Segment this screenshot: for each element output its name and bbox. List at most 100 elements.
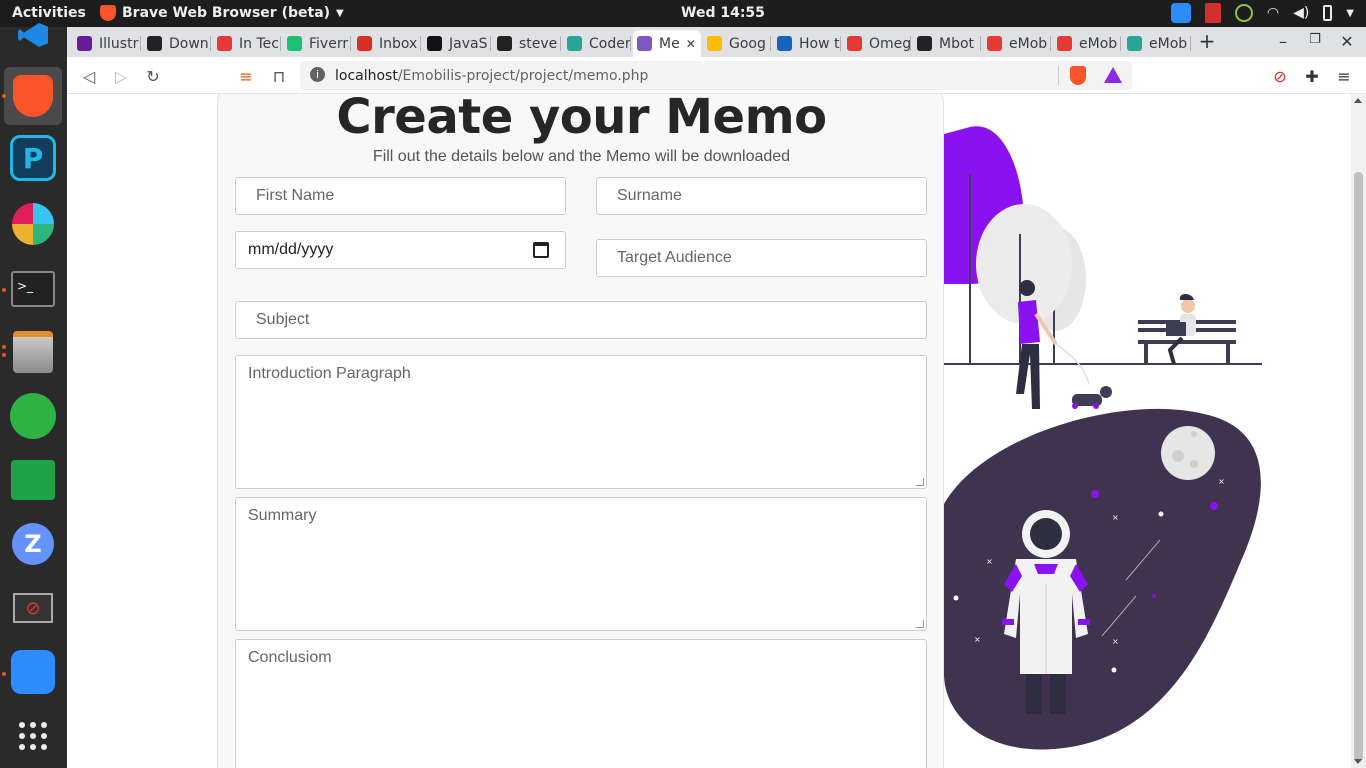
wifi-icon[interactable]: ◠ — [1267, 5, 1279, 21]
tab-separator — [210, 36, 211, 51]
scroll-down-arrow-icon[interactable] — [1354, 759, 1362, 764]
target-audience-input[interactable]: Target Audience — [596, 239, 927, 277]
volume-icon[interactable]: ◀) — [1293, 5, 1309, 21]
tab-favicon-icon — [357, 36, 372, 51]
subject-placeholder: Subject — [256, 311, 310, 328]
google-chat-launcher[interactable] — [8, 455, 58, 505]
browser-tab[interactable]: steve — [493, 30, 561, 57]
tab-label: Mbot — [939, 35, 975, 52]
bookmark-icon[interactable]: ⊓ — [268, 65, 290, 87]
tab-separator — [1120, 36, 1121, 51]
minimize-button[interactable]: – — [1273, 32, 1293, 51]
system-tray[interactable]: ◠ ◀) ▼ — [1170, 3, 1354, 23]
resize-handle[interactable] — [916, 478, 924, 486]
introduction-textarea[interactable]: Introduction Paragraph — [235, 355, 927, 489]
slack-launcher[interactable] — [8, 199, 58, 249]
resize-handle[interactable] — [916, 620, 924, 628]
back-button[interactable]: ◁ — [78, 65, 100, 87]
brave-icon — [100, 5, 116, 21]
browser-tab[interactable]: Inbox — [353, 30, 421, 57]
svg-text:×: × — [1218, 477, 1225, 486]
pcloud-launcher[interactable]: P — [8, 133, 58, 183]
vscode-launcher[interactable] — [8, 17, 58, 53]
memo-form-card: Create your Memo Fill out the details be… — [217, 94, 944, 768]
conclusion-textarea[interactable]: Conclusiom — [235, 639, 927, 768]
subject-input[interactable]: Subject — [235, 301, 927, 339]
browser-tab[interactable]: In Tec — [213, 30, 281, 57]
browser-tab[interactable]: Fiverr — [283, 30, 351, 57]
browser-tab[interactable]: Mbot — [913, 30, 981, 57]
tab-label: Illustr — [99, 35, 139, 52]
calendar-icon[interactable] — [533, 242, 549, 258]
brave-shields-icon[interactable] — [1070, 66, 1086, 85]
zoom-launcher[interactable] — [8, 647, 58, 697]
browser-tab[interactable]: Down — [143, 30, 211, 57]
zoom-tray-icon[interactable] — [1170, 3, 1191, 23]
battery-icon[interactable] — [1323, 5, 1333, 21]
gift-tray-icon[interactable] — [1204, 3, 1221, 23]
browser-menu-icon[interactable]: ≡ — [1333, 65, 1355, 87]
first-name-input[interactable]: First Name — [235, 177, 566, 215]
whatsapp-tray-icon[interactable] — [1234, 4, 1253, 22]
extension-blocked-icon[interactable]: ⊘ — [1269, 65, 1291, 87]
browser-tab[interactable]: Goog — [703, 30, 771, 57]
scrollbar-thumb[interactable] — [1354, 172, 1363, 762]
reader-mode-icon[interactable]: ≡ — [235, 65, 257, 87]
blocked-app-launcher[interactable]: ⊘ — [8, 583, 58, 633]
zulip-icon: Z — [12, 523, 54, 565]
tab-separator — [490, 36, 491, 51]
tab-label: JavaS — [449, 35, 488, 52]
tab-favicon-icon — [497, 36, 512, 51]
space-scene: × × × × × — [944, 408, 1261, 750]
files-launcher[interactable] — [8, 327, 58, 377]
no-entry-icon: ⊘ — [13, 593, 53, 623]
tab-label: Coder — [589, 35, 631, 52]
browser-tab[interactable]: Omeg — [843, 30, 911, 57]
conclusion-placeholder: Conclusiom — [248, 649, 332, 666]
scroll-up-arrow-icon[interactable] — [1354, 98, 1362, 103]
site-info-icon[interactable]: i — [310, 67, 325, 82]
show-applications-button[interactable] — [8, 711, 58, 761]
park-scene — [944, 126, 1262, 409]
reload-button[interactable]: ↻ — [142, 65, 164, 87]
date-input[interactable]: mm/dd/yyyy — [235, 231, 566, 269]
tab-label: eMob — [1149, 35, 1188, 52]
page-title: Create your Memo — [336, 94, 827, 145]
app-menu[interactable]: Brave Web Browser (beta) ▼ — [100, 5, 344, 21]
brave-rewards-icon[interactable] — [1104, 67, 1122, 83]
zulip-launcher[interactable]: Z — [8, 519, 58, 569]
clock[interactable]: Wed 14:55 — [681, 5, 765, 21]
browser-tab[interactable]: Me ✕ — [633, 30, 701, 57]
system-menu-chevron-icon[interactable]: ▼ — [1346, 8, 1354, 19]
browser-tab[interactable]: JavaS — [423, 30, 491, 57]
new-tab-button[interactable]: + — [1197, 29, 1217, 53]
browser-tab[interactable]: How t — [773, 30, 841, 57]
page-scrollbar[interactable] — [1351, 94, 1366, 768]
close-window-button[interactable]: ✕ — [1337, 32, 1357, 51]
tab-separator — [1050, 36, 1051, 51]
maximize-button[interactable]: ❐ — [1305, 32, 1325, 47]
brave-beta-launcher[interactable] — [4, 67, 62, 125]
extensions-puzzle-icon[interactable]: ✚ — [1301, 65, 1323, 87]
browser-tab[interactable]: eMob — [1053, 30, 1121, 57]
browser-tab[interactable]: eMob — [983, 30, 1051, 57]
dock: P >_ Z ⊘ — [0, 23, 67, 768]
forward-button[interactable]: ▷ — [110, 65, 132, 87]
browser-tab[interactable]: Coder — [563, 30, 631, 57]
close-tab-icon[interactable]: ✕ — [686, 37, 696, 51]
pcloud-icon: P — [10, 135, 56, 181]
tab-favicon-icon — [847, 36, 862, 51]
summary-textarea[interactable]: Summary — [235, 497, 927, 631]
whatsapp-launcher[interactable] — [8, 391, 58, 441]
system-top-bar: Activities Brave Web Browser (beta) ▼ We… — [0, 0, 1366, 27]
tab-separator — [350, 36, 351, 51]
address-bar[interactable]: i localhost/Emobilis-project/project/mem… — [300, 61, 1132, 90]
brave-beta-icon — [13, 75, 53, 117]
browser-tab[interactable]: eMob — [1123, 30, 1191, 57]
tab-label: How t — [799, 35, 840, 52]
surname-input[interactable]: Surname — [596, 177, 927, 215]
terminal-launcher[interactable]: >_ — [8, 264, 58, 314]
tab-separator — [560, 36, 561, 51]
browser-tab[interactable]: Illustr — [73, 30, 141, 57]
tab-separator — [420, 36, 421, 51]
